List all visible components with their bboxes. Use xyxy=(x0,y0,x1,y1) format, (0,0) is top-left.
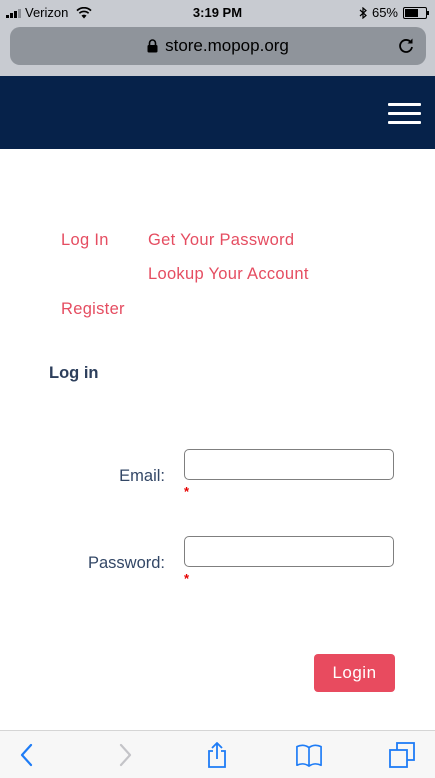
url-text: store.mopop.org xyxy=(165,36,289,55)
email-label: Email: xyxy=(119,467,165,485)
login-form-title: Log in xyxy=(49,364,99,382)
status-right: 65% xyxy=(359,5,429,20)
email-field[interactable] xyxy=(184,449,394,480)
bookmarks-icon[interactable] xyxy=(296,742,322,768)
battery-percent: 65% xyxy=(371,5,398,20)
login-link[interactable]: Log In xyxy=(61,231,109,250)
browser-url-area: store.mopop.org xyxy=(0,24,435,76)
password-field[interactable] xyxy=(184,536,394,567)
hamburger-menu-icon[interactable] xyxy=(388,103,421,125)
register-link[interactable]: Register xyxy=(61,300,125,319)
back-arrow-icon[interactable] xyxy=(14,742,40,768)
address-bar[interactable]: store.mopop.org xyxy=(10,27,426,65)
battery-level xyxy=(405,8,418,17)
forward-arrow-icon[interactable] xyxy=(112,742,138,768)
password-label: Password: xyxy=(87,554,165,572)
reload-icon[interactable] xyxy=(396,36,416,56)
get-password-link[interactable]: Get Your Password xyxy=(148,231,294,250)
lookup-account-link[interactable]: Lookup Your Account xyxy=(148,265,309,284)
password-required-marker: * xyxy=(184,571,190,586)
share-icon[interactable] xyxy=(204,742,230,768)
login-button[interactable]: Login xyxy=(314,654,395,692)
bluetooth-icon xyxy=(359,6,367,19)
tabs-icon[interactable] xyxy=(389,742,415,768)
site-header xyxy=(0,76,435,149)
battery-icon xyxy=(403,6,429,19)
email-required-marker: * xyxy=(184,484,190,499)
lock-icon xyxy=(147,39,158,53)
status-bar: Verizon 3:19 PM 65% xyxy=(0,0,435,24)
browser-toolbar xyxy=(0,730,435,778)
